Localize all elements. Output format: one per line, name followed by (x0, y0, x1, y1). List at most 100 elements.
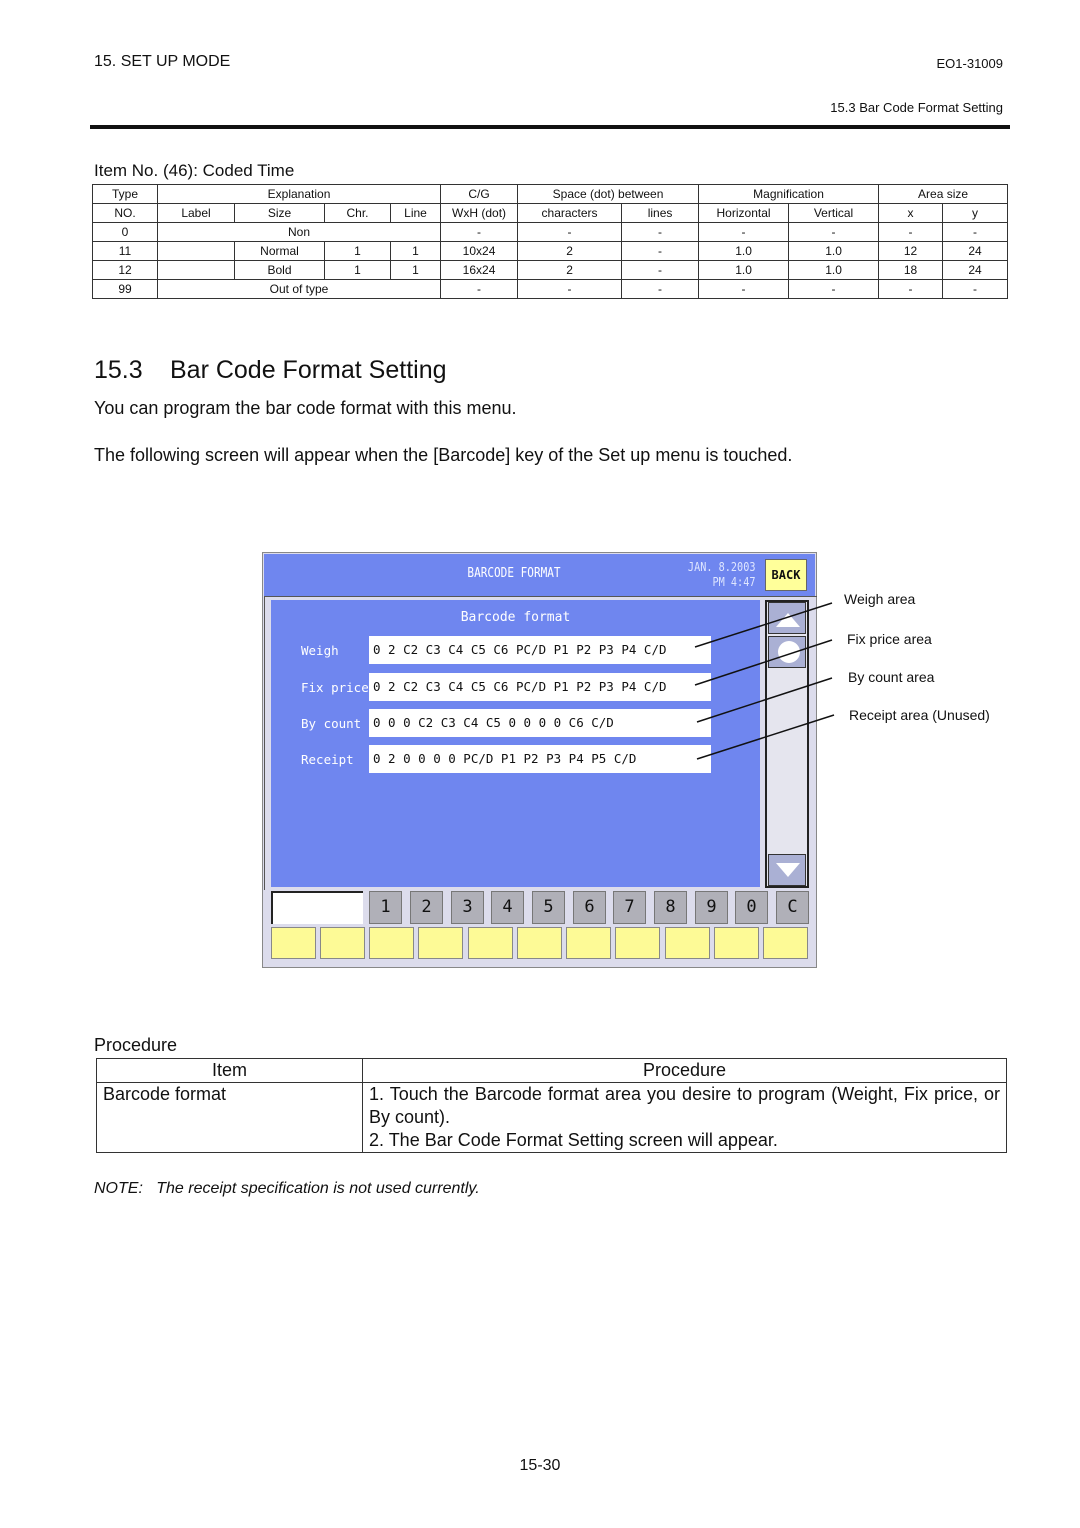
key-3[interactable]: 3 (451, 891, 484, 924)
table-row: 11 Normal 1 1 10x24 2 - 1.0 1.0 12 24 (92, 241, 1009, 261)
function-key[interactable] (468, 927, 513, 959)
cell: - (942, 222, 1009, 242)
cell: 10x24 (440, 241, 519, 261)
cell: - (621, 241, 700, 261)
scroll-thumb[interactable] (768, 636, 806, 668)
header-cell: WxH (dot) (440, 203, 519, 223)
cell: - (621, 260, 700, 280)
arrow-up-icon (776, 613, 800, 627)
cell: 12 (92, 260, 158, 280)
procedure-step-1: 1. Touch the Barcode format area you des… (369, 1084, 1000, 1127)
function-key[interactable] (665, 927, 710, 959)
callout-fix-price-area: Fix price area (847, 631, 932, 647)
section-heading: 15.3 Bar Code Format Setting (94, 356, 447, 385)
cell: 2 (517, 260, 623, 280)
cell: 24 (942, 260, 1009, 280)
cell: - (440, 222, 519, 242)
instruction-paragraph: The following screen will appear when th… (94, 445, 793, 465)
barcode-format-panel: Barcode format Weigh 0 2 C2 C3 C4 C5 C6 … (271, 600, 760, 887)
weigh-label: Weigh (301, 643, 339, 658)
header-cell-item: Item (96, 1058, 363, 1083)
barcode-format-screen: BARCODE FORMAT JAN. 8.2003 PM 4:47 BACK … (262, 552, 817, 968)
key-4[interactable]: 4 (491, 891, 524, 924)
key-9[interactable]: 9 (695, 891, 728, 924)
cell: 12 (878, 241, 944, 261)
function-key[interactable] (517, 927, 562, 959)
table-row: 12 Bold 1 1 16x24 2 - 1.0 1.0 18 24 (92, 260, 1009, 280)
key-0[interactable]: 0 (735, 891, 768, 924)
cell: - (788, 279, 880, 299)
weigh-format-field[interactable]: 0 2 C2 C3 C4 C5 C6 PC/D P1 P2 P3 P4 C/D (369, 636, 711, 664)
header-rule (90, 125, 1010, 129)
cell: - (698, 222, 790, 242)
coded-time-title: Item No. (46): Coded Time (94, 161, 295, 180)
table-header-row: Item Procedure (96, 1058, 1007, 1083)
cell: 1 (389, 241, 442, 261)
header-cell-procedure: Procedure (362, 1058, 1007, 1083)
chapter-title: 15. SET UP MODE (94, 53, 231, 70)
header-cell: characters (517, 203, 623, 223)
fix-price-label: Fix price (301, 680, 369, 695)
cell (157, 260, 235, 280)
fix-price-format-field[interactable]: 0 2 C2 C3 C4 C5 C6 PC/D P1 P2 P3 P4 C/D (369, 673, 711, 701)
back-button[interactable]: BACK (765, 559, 807, 591)
function-key[interactable] (566, 927, 611, 959)
cell: 1.0 (698, 241, 790, 261)
function-key[interactable] (714, 927, 759, 959)
key-2[interactable]: 2 (410, 891, 443, 924)
cell: 1 (324, 241, 391, 261)
function-key[interactable] (418, 927, 463, 959)
key-clear[interactable]: C (776, 891, 809, 924)
header-cell: Explanation (156, 184, 442, 204)
cell: - (788, 222, 880, 242)
key-5[interactable]: 5 (532, 891, 565, 924)
header-cell: C/G (440, 184, 519, 204)
function-key[interactable] (615, 927, 660, 959)
table-header-row: NO. Label Size Chr. Line WxH (dot) chara… (92, 203, 1009, 223)
cell: - (942, 279, 1009, 299)
header-cell: Type (92, 184, 158, 204)
scroll-down-button[interactable] (768, 854, 806, 886)
receipt-format-field[interactable]: 0 2 0 0 0 0 PC/D P1 P2 P3 P4 P5 C/D (369, 745, 711, 773)
coded-time-table: Type Explanation C/G Space (dot) between… (92, 184, 1009, 299)
key-1[interactable]: 1 (369, 891, 402, 924)
time-text: PM 4:47 (712, 575, 755, 589)
procedure-steps: 1. Touch the Barcode format area you des… (362, 1082, 1007, 1153)
circle-icon (778, 641, 800, 663)
function-key[interactable] (763, 927, 808, 959)
cell: Non (156, 222, 442, 242)
numeric-entry-field[interactable] (271, 891, 363, 924)
cell: - (621, 222, 700, 242)
intro-paragraph: You can program the bar code format with… (94, 398, 517, 418)
header-cell: lines (621, 203, 700, 223)
header-cell: Space (dot) between (517, 184, 700, 204)
header-cell: Chr. (324, 203, 391, 223)
cell: 18 (878, 260, 944, 280)
datetime-display: JAN. 8.2003 PM 4:47 (687, 560, 755, 590)
function-key[interactable] (320, 927, 365, 959)
scroll-up-button[interactable] (768, 602, 806, 634)
function-key[interactable] (271, 927, 316, 959)
procedure-table: Item Procedure Barcode format 1. Touch t… (96, 1058, 1007, 1153)
screen-title: BARCODE FORMAT (467, 566, 561, 581)
by-count-format-field[interactable]: 0 0 0 C2 C3 C4 C5 0 0 0 0 C6 C/D (369, 709, 711, 737)
cell: - (517, 279, 623, 299)
callout-receipt-area: Receipt area (Unused) (849, 707, 990, 723)
cell: Out of type (156, 279, 442, 299)
cell: - (698, 279, 790, 299)
scrollbar[interactable] (765, 600, 809, 888)
cell: 1.0 (788, 241, 880, 261)
header-cell: y (942, 203, 1009, 223)
header-cell: Label (157, 203, 235, 223)
key-8[interactable]: 8 (654, 891, 687, 924)
header-cell: NO. (92, 203, 158, 223)
cell: - (878, 222, 944, 242)
screen-titlebar: BARCODE FORMAT JAN. 8.2003 PM 4:47 BACK (264, 554, 815, 596)
key-6[interactable]: 6 (573, 891, 606, 924)
cell: - (878, 279, 944, 299)
procedure-step-2: 2. The Bar Code Format Setting screen wi… (369, 1130, 778, 1150)
key-7[interactable]: 7 (613, 891, 646, 924)
panel-title: Barcode format (460, 610, 571, 625)
header-cell: Horizontal (698, 203, 790, 223)
function-key[interactable] (369, 927, 414, 959)
